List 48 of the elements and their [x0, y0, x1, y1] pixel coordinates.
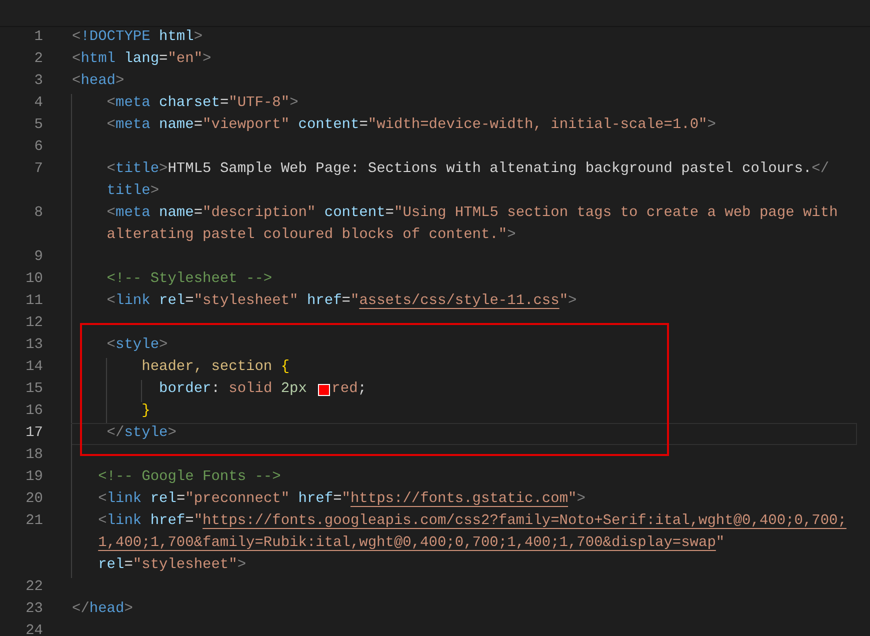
color-swatch-icon[interactable]: [318, 384, 330, 396]
code-text: <!DOCTYPE html>: [72, 28, 203, 48]
code-text: </head>: [72, 600, 133, 620]
code-text: <style>: [106, 336, 168, 356]
line-number: 21: [26, 513, 43, 530]
code-text: <title>HTML5 Sample Web Page: Sections with altenating background pastel colours.</: [106, 160, 830, 180]
line-number: 15: [26, 381, 43, 398]
line-number: 1: [34, 29, 43, 46]
line-number: 14: [26, 359, 43, 376]
code-text: alterating pastel coloured blocks of content.">: [106, 226, 516, 246]
line-number: 12: [26, 315, 43, 332]
code-text: </style>: [106, 424, 176, 444]
code-text: <link rel="stylesheet" href="assets/css/style-11.css">: [106, 292, 577, 312]
line-number: 9: [34, 249, 43, 266]
line-number: 16: [26, 403, 43, 420]
code-text: border: solid 2px: [158, 380, 308, 400]
code-text: title>: [106, 182, 160, 202]
line-number: 11: [26, 293, 43, 310]
line-number: 7: [34, 161, 43, 178]
code-text: rel="stylesheet">: [97, 556, 246, 576]
line-number: 5: [34, 117, 43, 134]
code-text: <html lang="en">: [72, 50, 212, 70]
line-number: 13: [26, 337, 43, 354]
code-text: }: [140, 402, 150, 422]
line-number: 8: [34, 205, 43, 222]
line-number: 23: [26, 601, 43, 618]
line-number: 17: [26, 425, 43, 442]
line-number: 18: [26, 447, 43, 464]
line-number: 3: [34, 73, 43, 90]
code-text: red;: [332, 380, 366, 400]
line-number: 10: [26, 271, 43, 288]
line-number: 24: [26, 623, 43, 636]
line-number: 22: [26, 579, 43, 596]
line-number: 4: [34, 95, 43, 112]
line-number: 2: [34, 51, 43, 68]
code-text: 1,400;1,700&family=Rubik:ital,wght@0,400;0,700;1,400;1,700&display=swap": [97, 534, 725, 554]
code-text: <!-- Stylesheet -->: [106, 270, 272, 290]
code-text: <meta name="description" content="Using HTML5 section tags to create a web page with: [106, 204, 838, 224]
code-text: <meta charset="UTF-8">: [106, 94, 298, 114]
code-text: header, section {: [140, 358, 290, 378]
code-text: <head>: [72, 72, 124, 92]
code-text: <!-- Google Fonts -->: [97, 468, 281, 488]
code-text: <meta name="viewport" content="width=device-width, initial-scale=1.0">: [106, 116, 716, 136]
line-number: 19: [26, 469, 43, 486]
line-number: 20: [26, 491, 43, 508]
code-text: <link rel="preconnect" href="https://fonts.gstatic.com">: [97, 490, 586, 510]
code-text: <link href="https://fonts.googleapis.com/css2?family=Noto+Serif:ital,wght@0,400;0,700;: [97, 512, 846, 532]
line-number: 6: [34, 139, 43, 156]
